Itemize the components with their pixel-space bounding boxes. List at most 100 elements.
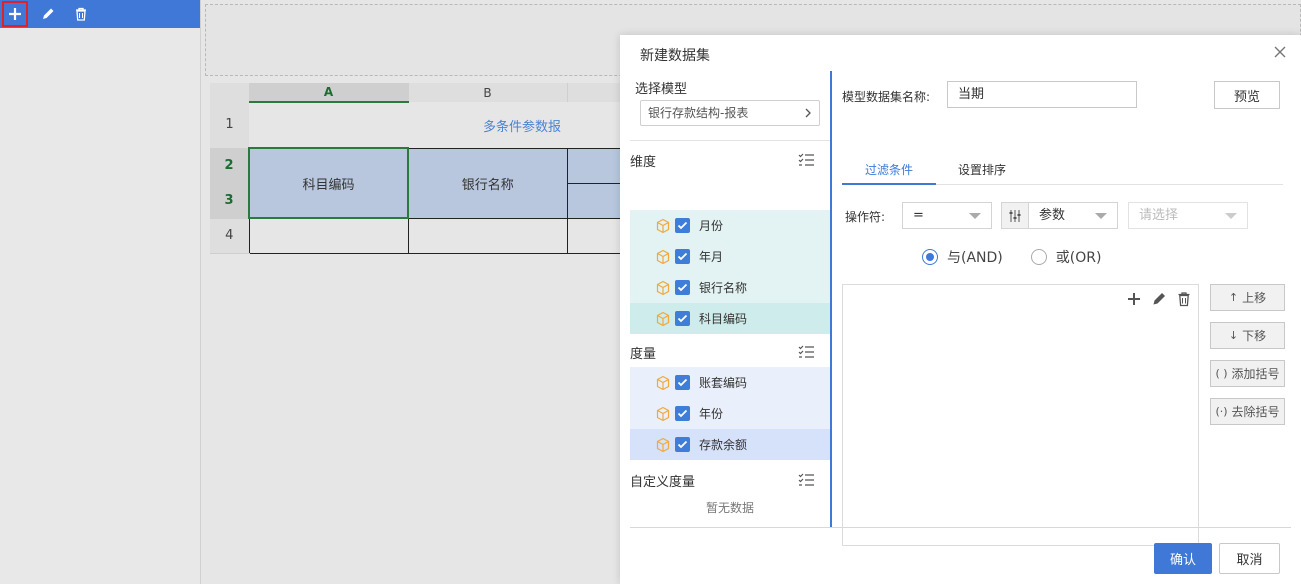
logic-radio-group: 与(AND) 或(OR) (922, 247, 1101, 267)
plus-icon[interactable] (1126, 291, 1142, 307)
measure-item-deposit-balance[interactable]: 存款余额 (630, 429, 830, 460)
model-select[interactable]: 银行存款结构-报表 (640, 100, 820, 126)
dimension-name: 月份 (699, 219, 724, 233)
header-cell-account-code[interactable]: 科目编码 (248, 147, 409, 219)
row-header[interactable]: 1 (210, 102, 249, 149)
row-header[interactable]: 4 (210, 218, 249, 254)
check-icon (677, 409, 688, 418)
column-header[interactable] (567, 83, 628, 102)
check-icon (677, 283, 688, 292)
data-cell[interactable] (248, 217, 409, 254)
tab-set-sort[interactable]: 设置排序 (958, 157, 1048, 185)
caret-down-icon (1225, 213, 1237, 219)
row-header[interactable]: 2 (210, 148, 249, 184)
trash-icon[interactable] (1176, 291, 1192, 307)
spreadsheet: A B 1 多条件参数报 2 科目编码 银行名称 3 4 (210, 83, 628, 254)
checkbox[interactable] (675, 280, 690, 295)
remove-bracket-label: 去除括号 (1231, 405, 1280, 419)
header-cell[interactable] (566, 182, 628, 219)
header-cell-bank-name[interactable]: 银行名称 (407, 147, 568, 219)
dimension-item-bank-name[interactable]: 银行名称 (630, 272, 830, 303)
dataset-name-input[interactable]: 当期 (947, 81, 1137, 108)
pencil-icon[interactable] (1151, 291, 1167, 307)
column-header[interactable]: B (408, 83, 568, 102)
param-type-select[interactable]: 参数 (1001, 202, 1118, 229)
radio-or[interactable] (1030, 249, 1047, 265)
checkbox[interactable] (675, 375, 690, 390)
radio-or-label: 或(OR) (1055, 250, 1102, 266)
tab-filter-conditions[interactable]: 过滤条件 (842, 157, 936, 185)
add-button[interactable] (2, 1, 28, 27)
add-bracket-button[interactable]: ( ) 添加括号 (1210, 360, 1285, 387)
select-model-label: 选择模型 (635, 82, 688, 97)
param-value: 参数 (1039, 208, 1066, 223)
bracket-icon: ( ) (1215, 367, 1228, 380)
empty-state-text: 暂无数据 (705, 501, 754, 515)
delete-button[interactable] (68, 1, 94, 27)
move-down-button[interactable]: ↓ 下移 (1210, 322, 1285, 349)
preview-button[interactable]: 预览 (1214, 81, 1280, 109)
header-cell[interactable] (566, 147, 628, 184)
remove-bracket-icon: (·) (1215, 405, 1228, 418)
column-header[interactable]: A (249, 83, 409, 103)
value-select[interactable]: 请选择 (1128, 202, 1248, 229)
measure-item-ledger-code[interactable]: 账套编码 (630, 367, 830, 398)
operator-label: 操作符: (845, 210, 886, 224)
data-cell[interactable] (407, 217, 568, 254)
close-icon (1274, 46, 1286, 58)
checklist-icon[interactable] (798, 153, 814, 166)
checklist-icon[interactable] (798, 345, 814, 358)
cube-icon (656, 437, 670, 452)
edit-button[interactable] (35, 1, 61, 27)
dataset-name-label: 模型数据集名称: (842, 90, 931, 104)
dimension-name: 银行名称 (699, 281, 748, 295)
model-field-panel: 选择模型 银行存款结构-报表 维度 月份 年月 银行名称 科目编码 度量 账套编… (630, 71, 830, 527)
row-header[interactable]: 3 (210, 183, 249, 219)
dialog-title: 新建数据集 (640, 48, 710, 64)
operator-value: = (913, 208, 924, 223)
cube-icon (656, 280, 670, 295)
config-tabs: 过滤条件 设置排序 (842, 157, 1283, 185)
panel-divider (830, 71, 832, 527)
dataset-config-panel: 模型数据集名称: 当期 预览 过滤条件 设置排序 操作符: = 参数 请选择 与… (842, 71, 1292, 546)
condition-list[interactable] (842, 284, 1199, 546)
new-dataset-dialog: 新建数据集 选择模型 银行存款结构-报表 维度 月份 年月 银行名称 科目编码 … (620, 35, 1301, 584)
dimension-item-year-month[interactable]: 年月 (630, 241, 830, 272)
move-up-button[interactable]: ↑ 上移 (1210, 284, 1285, 311)
custom-measure-label: 自定义度量 (630, 475, 696, 490)
checklist-icon[interactable] (798, 473, 814, 486)
corner-cell[interactable] (210, 83, 250, 102)
checkbox[interactable] (675, 437, 690, 452)
footer-divider (630, 527, 1291, 528)
radio-and[interactable] (922, 249, 938, 265)
check-icon (677, 252, 688, 261)
plus-icon (9, 8, 21, 20)
cube-icon (656, 249, 670, 264)
operator-select[interactable]: = (902, 202, 992, 229)
sliders-icon (1002, 203, 1029, 228)
dimension-name: 年月 (699, 250, 724, 264)
radio-and-label: 与(AND) (947, 250, 1003, 266)
arrow-up-icon: ↑ (1228, 291, 1239, 304)
check-icon (677, 440, 688, 449)
data-cell[interactable] (566, 217, 628, 254)
confirm-button[interactable]: 确认 (1154, 543, 1212, 574)
cube-icon (656, 375, 670, 390)
measure-name: 年份 (699, 407, 724, 421)
left-panel (0, 0, 201, 584)
arrow-down-icon: ↓ (1228, 329, 1239, 342)
left-toolbar (0, 0, 200, 28)
close-button[interactable] (1273, 45, 1287, 59)
cancel-button[interactable]: 取消 (1219, 543, 1280, 574)
report-title-cell[interactable]: 多条件参数报 (249, 102, 627, 148)
checkbox[interactable] (675, 249, 690, 264)
dimension-item-month[interactable]: 月份 (630, 210, 830, 241)
dimension-label: 维度 (630, 155, 657, 170)
dimension-section-header: 维度 (630, 149, 830, 170)
checkbox[interactable] (675, 406, 690, 421)
caret-down-icon (969, 213, 981, 219)
move-up-label: 上移 (1242, 291, 1267, 305)
measure-item-year[interactable]: 年份 (630, 398, 830, 429)
remove-bracket-button[interactable]: (·) 去除括号 (1210, 398, 1285, 425)
checkbox[interactable] (675, 218, 690, 233)
